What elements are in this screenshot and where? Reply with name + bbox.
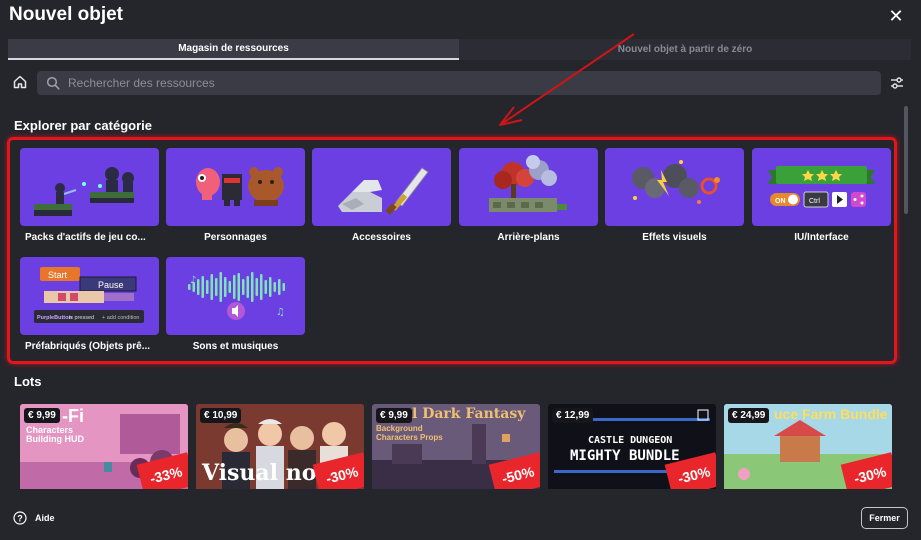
wave-bar	[282, 283, 285, 291]
category-characters[interactable]: Personnages	[166, 148, 305, 243]
help-label: Aide	[35, 513, 55, 523]
tab-bar: Magasin de ressources Nouvel objet à par…	[8, 39, 911, 60]
game-asset-pack-icon	[20, 148, 159, 226]
wave-bar	[255, 278, 258, 296]
wave-bar	[242, 279, 245, 295]
category-label: Sons et musiques	[192, 341, 279, 352]
wave-bar	[197, 279, 200, 295]
wave-bar	[246, 276, 249, 298]
category-label: Effets visuels	[642, 232, 707, 243]
category-label: Accessoires	[352, 232, 411, 243]
ui-ctrl-text: Ctrl	[809, 198, 820, 205]
scrollbar-thumb[interactable]	[904, 106, 908, 214]
category-label: Arrière-plans	[497, 232, 560, 243]
bundle-title: -Fi	[62, 406, 84, 426]
category-label: Personnages	[204, 232, 267, 243]
category-prefabs[interactable]: Start Pause PurpleButton is pressed + ad…	[20, 257, 159, 352]
wave-bar	[206, 280, 209, 294]
dialog-title: Nouvel objet	[9, 4, 124, 25]
bundle-card-dark-fantasy[interactable]: € 9,99 l Dark Fantasy Background Charact…	[372, 404, 540, 489]
wave-bar	[273, 282, 276, 292]
search-bar	[37, 71, 881, 95]
help-icon: ?	[13, 511, 27, 525]
filter-settings-icon[interactable]	[889, 75, 905, 91]
category-visual-effects[interactable]: Effets visuels	[605, 148, 744, 243]
svg-text:♫: ♫	[276, 307, 285, 318]
bundle-price: € 24,99	[728, 408, 770, 423]
wave-bar	[228, 281, 231, 293]
wave-bar	[264, 280, 267, 294]
ui-toggle-text: ON	[775, 198, 786, 205]
wave-bar	[269, 277, 272, 297]
bundle-price: € 9,99	[376, 408, 412, 423]
wave-bar	[219, 272, 222, 302]
bundle-card-visual-novel[interactable]: € 10,99 Visual novel -30%	[196, 404, 364, 489]
wave-bar	[278, 279, 281, 295]
background-tree-icon	[459, 148, 598, 226]
bundle-price: € 9,99	[24, 408, 60, 423]
bundle-card-castle-dungeon[interactable]: € 12,99 CASTLE DUNGEON MIGHTY BUNDLE -30…	[548, 404, 716, 489]
wave-bar	[237, 273, 240, 301]
category-label: Packs d'actifs de jeu co...	[25, 232, 146, 243]
bundle-title: uce Farm Bundle	[774, 406, 888, 422]
tab-new-object-from-scratch[interactable]: Nouvel objet à partir de zéro	[459, 39, 911, 60]
tab-asset-store[interactable]: Magasin de ressources	[8, 39, 459, 60]
categories-section-title: Explorer par catégorie	[14, 118, 152, 133]
help-button[interactable]: ? Aide	[13, 511, 55, 525]
bundle-title: CASTLE DUNGEON	[588, 435, 673, 446]
category-label: Préfabriqués (Objets prê...	[25, 341, 151, 352]
sound-wave-icon: ♪ ♫	[166, 257, 305, 335]
close-icon[interactable]: ✕	[886, 6, 906, 26]
prefab-start-text: Start	[48, 270, 68, 280]
svg-text:♪: ♪	[190, 275, 196, 286]
bundle-title: l Dark Fantasy	[412, 406, 526, 422]
category-game-asset-packs[interactable]: Packs d'actifs de jeu co...	[20, 148, 159, 243]
wave-bar	[210, 274, 213, 300]
ui-interface-icon: ON Ctrl	[752, 148, 891, 226]
prefab-objects-icon: Start Pause PurpleButton is pressed + ad…	[20, 257, 159, 335]
visual-effects-icon	[605, 148, 744, 226]
characters-icon	[166, 148, 305, 226]
bundles-section-title: Lots	[14, 374, 42, 389]
bundle-price: € 12,99	[552, 408, 594, 423]
wave-bar	[224, 277, 227, 297]
category-sounds-music[interactable]: ♪ ♫ Sons et musiques	[166, 257, 305, 352]
svg-text:?: ?	[17, 513, 23, 523]
search-input[interactable]	[68, 76, 848, 90]
wave-bar	[201, 276, 204, 298]
bundle-subtitle: Background Characters Props	[376, 424, 443, 442]
category-props[interactable]: Accessoires	[312, 148, 451, 243]
wave-bar	[251, 272, 254, 302]
category-backgrounds[interactable]: Arrière-plans	[459, 148, 598, 243]
category-ui-interface[interactable]: ON Ctrl IU/Interface	[752, 148, 891, 243]
prefab-add-condition: + add condition	[102, 315, 139, 321]
prefab-pause-text: Pause	[98, 280, 124, 290]
wave-bar	[260, 274, 263, 300]
category-label: IU/Interface	[794, 232, 849, 243]
close-button[interactable]: Fermer	[861, 507, 908, 529]
bundle-card-lofi[interactable]: € 9,99 -Fi Characters Building HUD -33%	[20, 404, 188, 489]
bundle-subtitle: MIGHTY BUNDLE	[570, 448, 680, 464]
prefab-condition-text: is pressed	[69, 315, 94, 321]
bundle-subtitle: Characters Building HUD	[26, 425, 84, 444]
wave-bar	[215, 278, 218, 296]
prefab-condition-name: PurpleButton	[37, 315, 72, 321]
wave-bar	[233, 275, 236, 299]
sword-props-icon	[312, 148, 451, 226]
search-icon	[46, 76, 60, 90]
bundle-card-farm[interactable]: € 24,99 uce Farm Bundle -30%	[724, 404, 892, 489]
home-icon[interactable]	[12, 74, 28, 90]
bundle-price: € 10,99	[200, 408, 242, 423]
